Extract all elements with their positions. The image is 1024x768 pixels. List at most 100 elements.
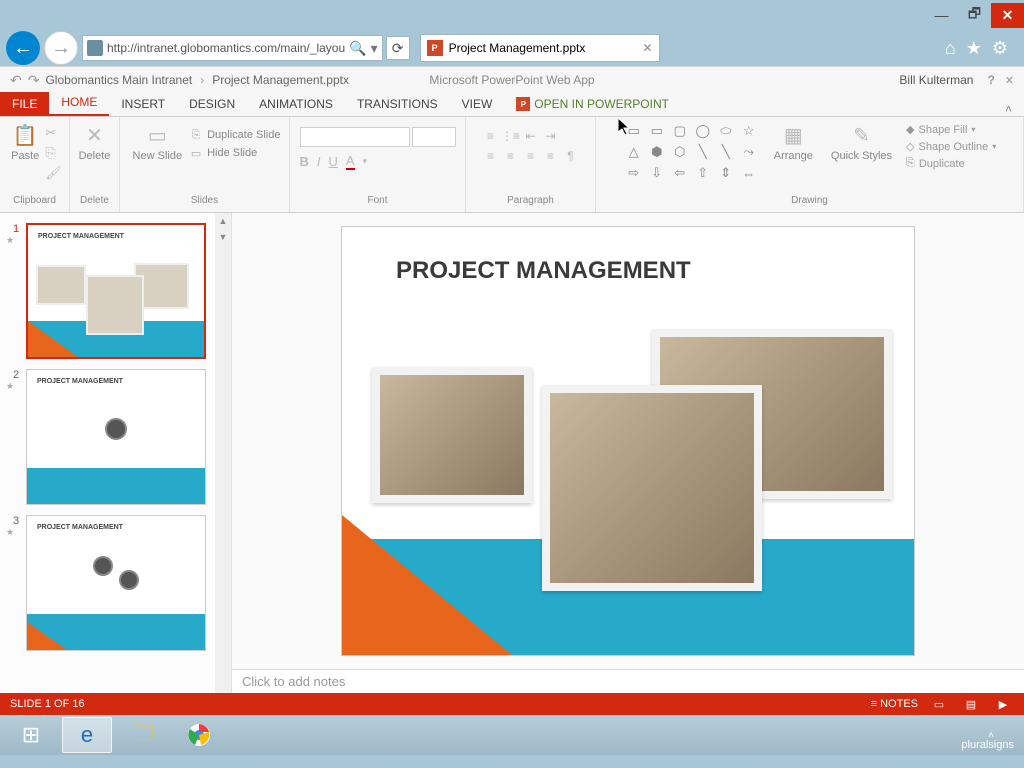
refresh-button[interactable]: ⟳ <box>386 36 410 60</box>
slideshow-button[interactable]: ▶ <box>992 696 1014 712</box>
font-size-select[interactable] <box>412 127 456 147</box>
maximize-button[interactable]: 🗗 <box>958 3 991 28</box>
reading-view-button[interactable]: ▤ <box>960 696 982 712</box>
slide-number: 1 <box>6 223 26 235</box>
taskbar-ie[interactable]: e <box>62 717 112 753</box>
forward-button[interactable]: → <box>44 31 78 65</box>
font-color-button[interactable]: A <box>346 153 355 170</box>
app-close-button[interactable]: ✕ <box>1005 74 1014 87</box>
browser-tab[interactable]: P Project Management.pptx ✕ <box>420 34 660 62</box>
tab-view[interactable]: VIEW <box>450 92 505 116</box>
tab-design[interactable]: DESIGN <box>177 92 247 116</box>
callout-shape-icon[interactable]: ⬭ <box>715 121 737 141</box>
arrow-updown-icon[interactable]: ⇕ <box>715 163 737 183</box>
arrow-up-icon[interactable]: ⇧ <box>692 163 714 183</box>
arrow-leftright-icon[interactable]: ⇔ <box>738 163 760 183</box>
numbering-icon[interactable]: ⋮≡ <box>502 127 520 145</box>
tab-home[interactable]: HOME <box>49 90 109 116</box>
shape-outline-button[interactable]: ◇Shape Outline▾ <box>906 140 996 153</box>
slide-canvas[interactable]: PROJECT MANAGEMENT <box>341 226 915 656</box>
font-dropdown-icon[interactable]: ▾ <box>363 156 368 167</box>
help-button[interactable]: ? <box>987 73 994 87</box>
slide-image[interactable] <box>372 367 532 503</box>
slide-title[interactable]: PROJECT MANAGEMENT <box>396 257 691 285</box>
format-painter-icon[interactable]: 🖌 <box>45 165 62 181</box>
taskbar-chrome[interactable] <box>174 717 224 753</box>
tab-animations[interactable]: ANIMATIONS <box>247 92 345 116</box>
shapes-gallery[interactable]: ▭▭▢◯⬭☆ △⬢⬡╲╲⤳ ⇨⇩⇦⇧⇕⇔ <box>623 121 760 183</box>
align-left-icon[interactable]: ≡ <box>482 147 500 165</box>
delete-button[interactable]: ✕ Delete <box>75 121 115 164</box>
font-family-select[interactable] <box>300 127 410 147</box>
increase-indent-icon[interactable]: ⇥ <box>542 127 560 145</box>
duplicate-slide-button[interactable]: ⎘Duplicate Slide <box>188 127 280 143</box>
slide-thumbnail-3[interactable]: PROJECT MANAGEMENT <box>26 515 206 651</box>
slide-thumbnail-2[interactable]: PROJECT MANAGEMENT <box>26 369 206 505</box>
italic-button[interactable]: I <box>317 154 321 169</box>
search-icon[interactable]: 🔍 <box>349 40 366 57</box>
justify-icon[interactable]: ≡ <box>542 147 560 165</box>
notes-toggle[interactable]: ≡ NOTES <box>871 698 918 710</box>
bold-button[interactable]: B <box>300 154 309 169</box>
scroll-up-icon[interactable]: ▲ <box>215 213 231 229</box>
hide-slide-button[interactable]: ▭Hide Slide <box>188 145 280 161</box>
scroll-down-icon[interactable]: ▼ <box>215 229 231 245</box>
tab-close-icon[interactable]: ✕ <box>643 41 653 55</box>
tab-insert[interactable]: INSERT <box>109 92 177 116</box>
align-right-icon[interactable]: ≡ <box>522 147 540 165</box>
text-direction-icon[interactable]: ¶ <box>562 147 580 165</box>
new-slide-button[interactable]: ▭ New Slide <box>129 121 187 164</box>
taskbar-explorer[interactable]: 🗀 <box>118 717 168 753</box>
oval-shape-icon[interactable]: ◯ <box>692 121 714 141</box>
back-button[interactable]: ← <box>6 31 40 65</box>
shape-fill-button[interactable]: ◆Shape Fill▾ <box>906 123 996 136</box>
redo-button[interactable]: ↷ <box>28 72 40 89</box>
breadcrumb-root[interactable]: Globomantics Main Intranet <box>45 73 192 87</box>
line-shape-icon[interactable]: ╲ <box>692 142 714 162</box>
copy-icon[interactable]: ⎘ <box>45 145 62 161</box>
cube-shape-icon[interactable]: ⬡ <box>669 142 691 162</box>
address-bar[interactable]: http://intranet.globomantics.com/main/_l… <box>82 35 383 61</box>
textbox-shape-icon[interactable]: ▭ <box>623 121 645 141</box>
normal-view-button[interactable]: ▭ <box>928 696 950 712</box>
notes-field[interactable]: Click to add notes <box>232 669 1024 693</box>
slide-image[interactable] <box>542 385 762 591</box>
rounded-rect-shape-icon[interactable]: ▢ <box>669 121 691 141</box>
favorites-icon[interactable]: ★ <box>966 38 982 59</box>
arrow-down-icon[interactable]: ⇩ <box>646 163 668 183</box>
duplicate-shape-button[interactable]: ⎘Duplicate <box>906 157 996 170</box>
dropdown-icon[interactable]: ▾ <box>371 40 378 57</box>
underline-button[interactable]: U <box>329 154 338 169</box>
tab-file[interactable]: FILE <box>0 92 49 116</box>
align-center-icon[interactable]: ≡ <box>502 147 520 165</box>
open-in-powerpoint-button[interactable]: P OPEN IN POWERPOINT <box>504 92 681 116</box>
arrow-left-icon[interactable]: ⇦ <box>669 163 691 183</box>
undo-button[interactable]: ↶ <box>10 72 22 89</box>
paste-button[interactable]: 📋 Paste <box>7 121 43 164</box>
connector-shape-icon[interactable]: ⤳ <box>738 142 760 162</box>
cylinder-shape-icon[interactable]: ⬢ <box>646 142 668 162</box>
arrow-right-icon[interactable]: ⇨ <box>623 163 645 183</box>
cut-icon[interactable]: ✂ <box>45 125 62 141</box>
breadcrumb-file[interactable]: Project Management.pptx <box>212 73 349 87</box>
rectangle-shape-icon[interactable]: ▭ <box>646 121 668 141</box>
minimize-button[interactable]: — <box>925 3 958 28</box>
triangle-shape-icon[interactable]: △ <box>623 142 645 162</box>
slide-thumbnail-1[interactable]: PROJECT MANAGEMENT <box>26 223 206 359</box>
clipboard-icon: 📋 <box>13 123 38 148</box>
arrange-button[interactable]: ▦Arrange <box>770 121 817 164</box>
bullets-icon[interactable]: ≡ <box>482 127 500 145</box>
delete-icon: ✕ <box>86 123 103 148</box>
user-name[interactable]: Bill Kulterman <box>899 73 973 87</box>
start-button[interactable]: ⊞ <box>6 717 56 753</box>
star-shape-icon[interactable]: ☆ <box>738 121 760 141</box>
quick-styles-button[interactable]: ✎Quick Styles <box>827 121 896 164</box>
tab-transitions[interactable]: TRANSITIONS <box>345 92 450 116</box>
settings-icon[interactable]: ⚙ <box>992 38 1008 59</box>
window-close-button[interactable]: ✕ <box>991 3 1024 28</box>
decrease-indent-icon[interactable]: ⇤ <box>522 127 540 145</box>
line2-shape-icon[interactable]: ╲ <box>715 142 737 162</box>
collapse-ribbon-icon[interactable]: ˄ <box>1005 102 1024 116</box>
thumbnail-scrollbar[interactable]: ▲ ▼ <box>215 213 231 693</box>
home-icon[interactable]: ⌂ <box>945 38 956 59</box>
